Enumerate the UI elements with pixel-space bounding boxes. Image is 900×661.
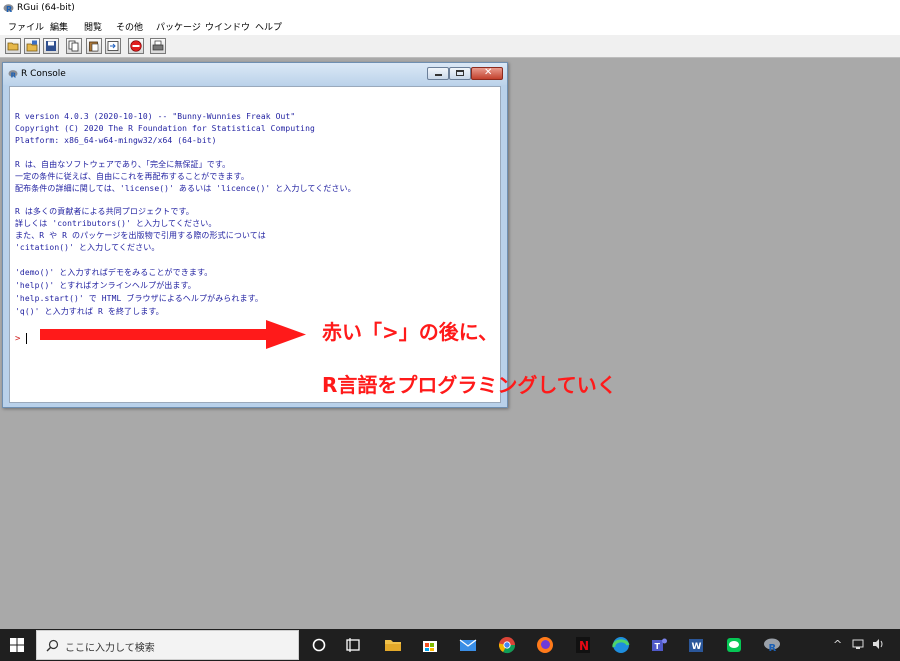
console-line: R は多くの貢献者による共同プロジェクトです。	[15, 207, 194, 216]
console-line: 'help.start()' で HTML ブラウザによるヘルプがみられます。	[15, 294, 264, 303]
annotation-line-1: 赤い「>」の後に、	[322, 320, 499, 344]
volume-icon[interactable]	[872, 638, 884, 650]
r-console-window: R R Console ✕ R version 4.0.3 (2020-10-1…	[2, 62, 508, 408]
cortana-icon[interactable]	[307, 633, 331, 657]
console-line: R は、自由なソフトウェアであり、「完全に無保証」です。	[15, 160, 231, 169]
svg-text:T: T	[655, 642, 661, 651]
menu-misc[interactable]: その他	[116, 20, 143, 33]
console-line: 'help()' とすればオンラインヘルプが出ます。	[15, 281, 196, 290]
word-icon[interactable]: W	[684, 633, 708, 657]
toolbar	[0, 35, 900, 58]
svg-text:W: W	[692, 642, 702, 652]
save-workspace-icon	[46, 41, 56, 51]
svg-text:R: R	[11, 72, 17, 79]
svg-text:N: N	[579, 639, 589, 653]
r-logo-icon: R	[3, 4, 14, 14]
console-line: 'q()' と入力すれば R を終了します。	[15, 307, 164, 316]
search-placeholder: ここに入力して検索	[65, 643, 155, 654]
firefox-icon[interactable]	[533, 633, 557, 657]
console-line: Platform: x86_64-w64-mingw32/x64 (64-bit…	[15, 136, 217, 145]
minimize-button[interactable]	[427, 67, 449, 80]
console-output[interactable]: R version 4.0.3 (2020-10-10) -- "Bunny-W…	[9, 86, 501, 403]
rgui-icon[interactable]: R	[760, 633, 784, 657]
search-icon	[46, 639, 59, 652]
save-workspace-button[interactable]	[43, 38, 59, 54]
maximize-icon	[456, 70, 464, 76]
r-console-title: R Console	[21, 69, 66, 79]
console-line: 'demo()' と入力すればデモをみることができます。	[15, 268, 213, 277]
menu-windows[interactable]: ウインドウ	[205, 20, 250, 33]
annotation-line-2: R言語をプログラミングしていく	[322, 373, 617, 397]
menu-bar: ファイル 編集 閲覧 その他 パッケージ ウインドウ ヘルプ	[0, 17, 900, 35]
load-workspace-icon	[26, 40, 38, 52]
menu-file[interactable]: ファイル	[8, 20, 44, 33]
copy-paste-button[interactable]	[105, 38, 121, 54]
text-cursor	[26, 333, 27, 344]
console-line: Copyright (C) 2020 The R Foundation for …	[15, 124, 315, 133]
console-line: 詳しくは 'contributors()' と入力してください。	[15, 219, 217, 228]
chrome-icon[interactable]	[495, 633, 519, 657]
console-line: 配布条件の詳細に関しては、'license()' あるいは 'licence()…	[15, 184, 356, 193]
stop-button[interactable]	[128, 38, 144, 54]
paste-button[interactable]	[86, 38, 102, 54]
svg-text:R: R	[769, 643, 777, 654]
console-line: また、R や R のパッケージを出版物で引用する際の形式については	[15, 231, 266, 240]
menu-help[interactable]: ヘルプ	[255, 20, 282, 33]
paste-icon	[89, 41, 99, 52]
print-icon	[152, 40, 164, 51]
app-title: RGui (64-bit)	[17, 3, 75, 13]
network-icon[interactable]	[852, 638, 864, 650]
print-button[interactable]	[150, 38, 166, 54]
stop-icon	[130, 40, 142, 52]
edge-icon[interactable]	[609, 633, 633, 657]
maximize-button[interactable]	[449, 67, 471, 80]
console-line: 一定の条件に従えば、自由にこれを再配布することができます。	[15, 172, 249, 181]
copy-paste-icon	[107, 41, 119, 51]
taskbar: ここに入力して検索 N T W R ^	[0, 629, 900, 661]
menu-view[interactable]: 閲覧	[84, 20, 102, 33]
file-explorer-icon[interactable]	[381, 633, 405, 657]
teams-icon[interactable]: T	[647, 633, 671, 657]
load-workspace-button[interactable]	[24, 38, 40, 54]
minimize-icon	[435, 74, 442, 76]
open-script-icon	[7, 42, 19, 51]
close-button[interactable]: ✕	[471, 67, 503, 80]
annotation-arrow	[40, 320, 306, 349]
task-view-icon[interactable]	[341, 633, 365, 657]
menu-packages[interactable]: パッケージ	[156, 20, 201, 33]
taskbar-search-box[interactable]: ここに入力して検索	[36, 630, 299, 660]
open-script-button[interactable]	[5, 38, 21, 54]
chevron-up-icon[interactable]: ^	[833, 638, 842, 651]
windows-start-icon[interactable]	[10, 638, 24, 652]
store-icon[interactable]	[418, 633, 442, 657]
mail-icon[interactable]	[456, 633, 480, 657]
line-icon[interactable]	[722, 633, 746, 657]
netflix-icon[interactable]: N	[571, 633, 595, 657]
console-line: 'citation()' と入力してください。	[15, 243, 160, 252]
close-icon: ✕	[484, 67, 493, 78]
copy-button[interactable]	[66, 38, 82, 54]
console-prompt: >	[15, 334, 21, 344]
menu-edit[interactable]: 編集	[50, 20, 68, 33]
svg-text:R: R	[6, 5, 12, 14]
r-console-titlebar[interactable]: R R Console ✕	[3, 63, 507, 85]
r-console-icon: R	[8, 70, 18, 79]
app-titlebar: R RGui (64-bit)	[0, 0, 900, 17]
console-line: R version 4.0.3 (2020-10-10) -- "Bunny-W…	[15, 112, 296, 121]
copy-icon	[68, 40, 79, 52]
